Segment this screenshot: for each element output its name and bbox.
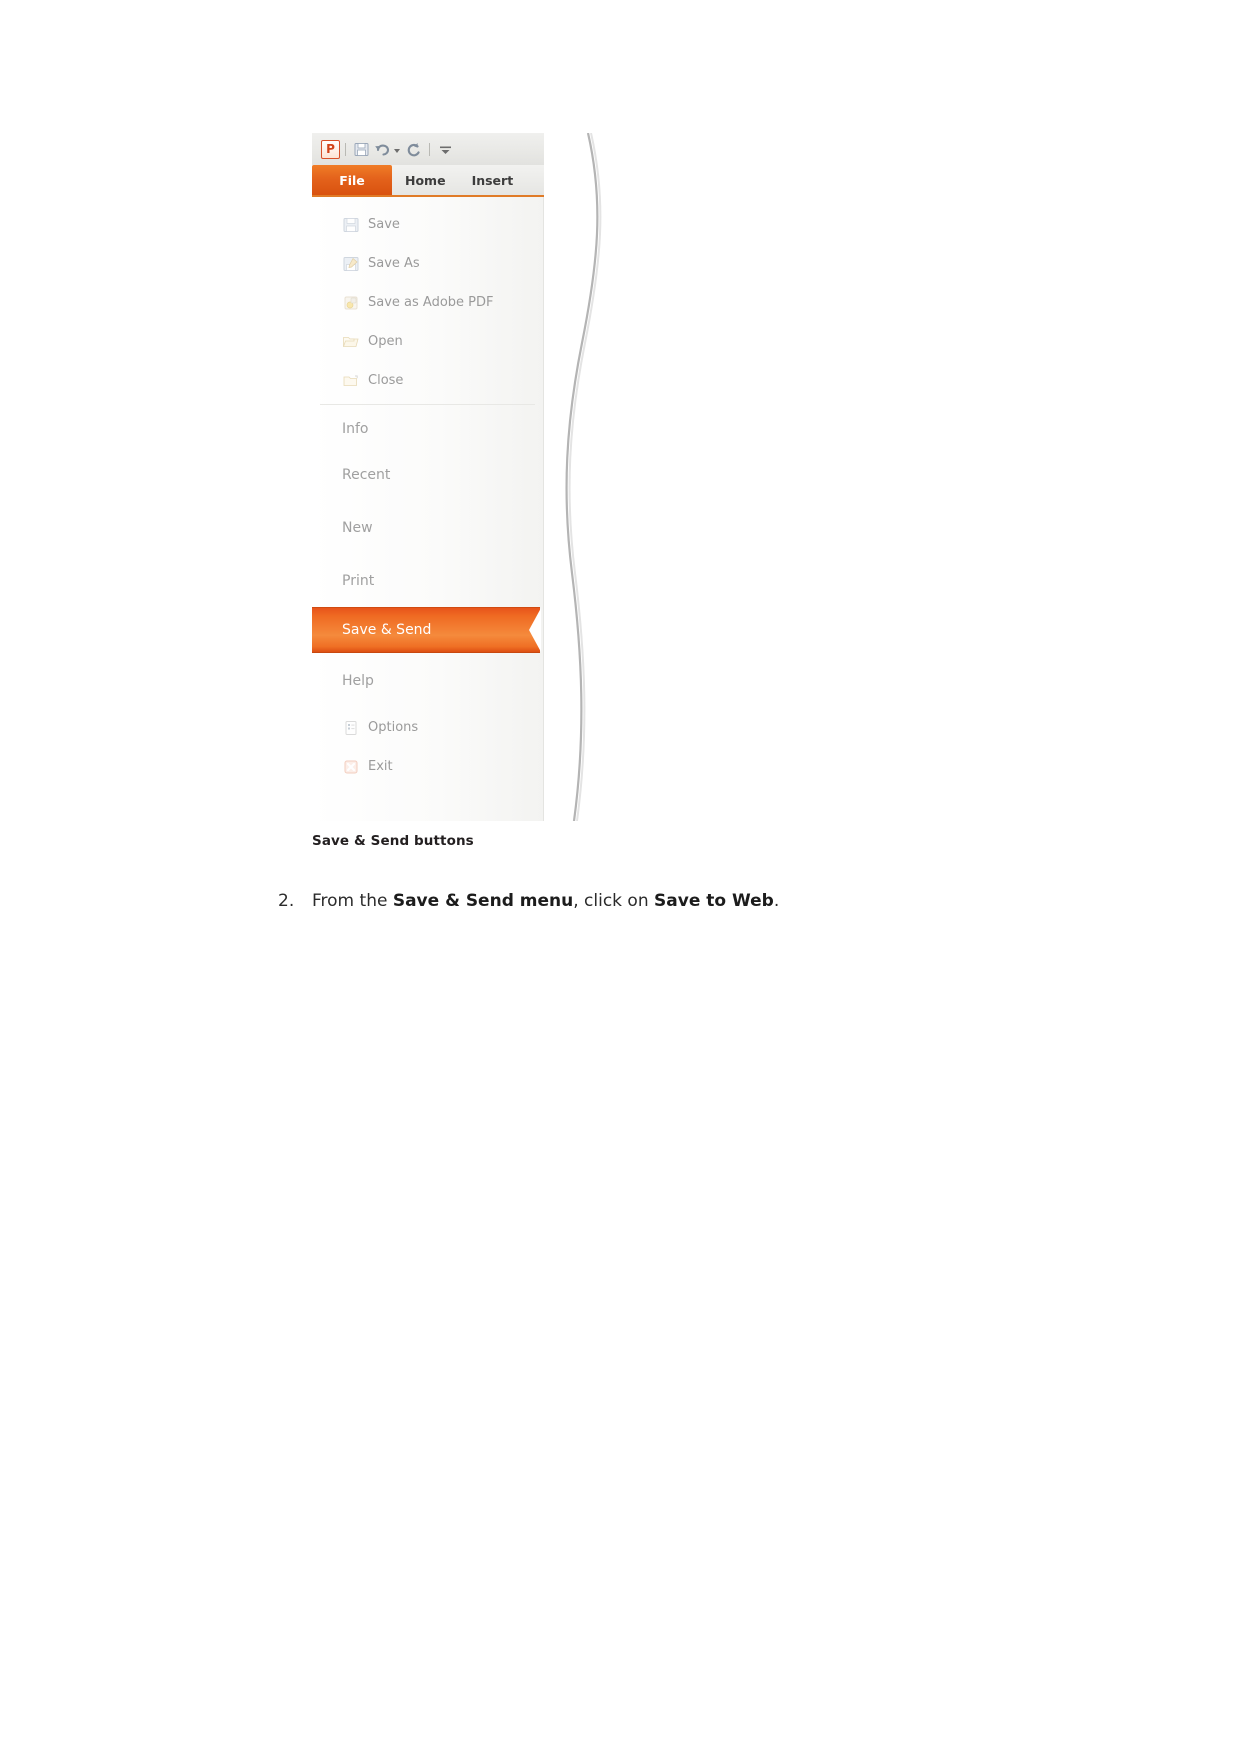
step-number: 2.: [278, 891, 295, 911]
step-bold-save-and-send-menu: Save & Send menu: [392, 891, 574, 911]
menu-item-label: Save As: [368, 256, 420, 271]
menu-item-options[interactable]: Options: [312, 708, 543, 747]
ribbon-tab-bar: File Home Insert: [312, 165, 544, 197]
menu-item-label: Save as Adobe PDF: [368, 295, 494, 310]
powerpoint-window: P File Home Insert Save Save As Save as …: [312, 133, 544, 821]
powerpoint-screenshot-figure: P File Home Insert Save Save As Save as …: [312, 132, 602, 822]
menu-divider-1: [320, 404, 535, 405]
quick-access-toolbar: P: [312, 133, 544, 165]
tab-home[interactable]: Home: [392, 165, 459, 195]
menu-item-label: Save: [368, 217, 400, 232]
menu-item-label: Recent: [342, 466, 391, 483]
menu-item-recent[interactable]: Recent: [312, 448, 543, 501]
backstage-menu-panel: Save Save As Save as Adobe PDF Open Clos…: [312, 197, 544, 821]
menu-item-exit[interactable]: Exit: [312, 747, 543, 786]
menu-item-label: Info: [342, 420, 369, 437]
menu-item-new[interactable]: New: [312, 501, 543, 554]
save-as-icon: [342, 255, 360, 273]
menu-item-label: Close: [368, 373, 404, 388]
close-folder-icon: [342, 372, 360, 390]
customize-quick-access-caret-icon[interactable]: [436, 140, 455, 159]
step-text-part-1: From the: [312, 891, 393, 911]
options-icon: [342, 719, 360, 737]
menu-item-save-and-send[interactable]: Save & Send: [312, 607, 541, 653]
menu-item-label: Options: [368, 720, 419, 735]
undo-icon[interactable]: [373, 140, 392, 159]
powerpoint-logo-icon[interactable]: P: [321, 139, 340, 159]
torn-page-edge-decoration: [534, 132, 604, 822]
menu-item-save-as-adobe-pdf[interactable]: Save as Adobe PDF: [312, 283, 543, 322]
floppy-disk-icon: [342, 216, 360, 234]
open-folder-icon: [342, 333, 360, 351]
step-text: From the Save & Send menu, click on Save…: [312, 889, 978, 914]
menu-item-print[interactable]: Print: [312, 554, 543, 607]
menu-item-open[interactable]: Open: [312, 322, 543, 361]
undo-dropdown-caret-icon[interactable]: [394, 148, 400, 153]
adobe-pdf-icon: [342, 294, 360, 312]
menu-item-label: Exit: [368, 759, 393, 774]
menu-item-label: Open: [368, 334, 403, 349]
menu-item-close[interactable]: Close: [312, 361, 543, 400]
menu-item-label: Print: [342, 572, 375, 589]
redo-icon[interactable]: [404, 140, 423, 159]
step-text-part-3: .: [773, 891, 780, 911]
selection-chevron-icon: [529, 608, 541, 652]
menu-item-help[interactable]: Help: [312, 653, 543, 708]
step-text-part-2: , click on: [573, 891, 655, 911]
save-icon[interactable]: [352, 140, 371, 159]
figure-caption: Save & Send buttons: [312, 833, 474, 849]
menu-item-label: New: [342, 519, 373, 536]
exit-icon: [342, 758, 360, 776]
menu-item-label: Help: [342, 672, 374, 689]
menu-item-save[interactable]: Save: [312, 205, 543, 244]
instruction-step-2: 2. From the Save & Send menu, click on S…: [278, 889, 978, 914]
toolbar-divider-2: [429, 142, 430, 156]
tab-insert[interactable]: Insert: [459, 165, 527, 195]
menu-item-info[interactable]: Info: [312, 409, 543, 448]
step-bold-save-to-web: Save to Web: [654, 891, 774, 911]
menu-item-label: Save & Send: [342, 622, 432, 638]
toolbar-divider: [345, 142, 346, 156]
tab-file[interactable]: File: [312, 165, 392, 195]
menu-item-save-as[interactable]: Save As: [312, 244, 543, 283]
